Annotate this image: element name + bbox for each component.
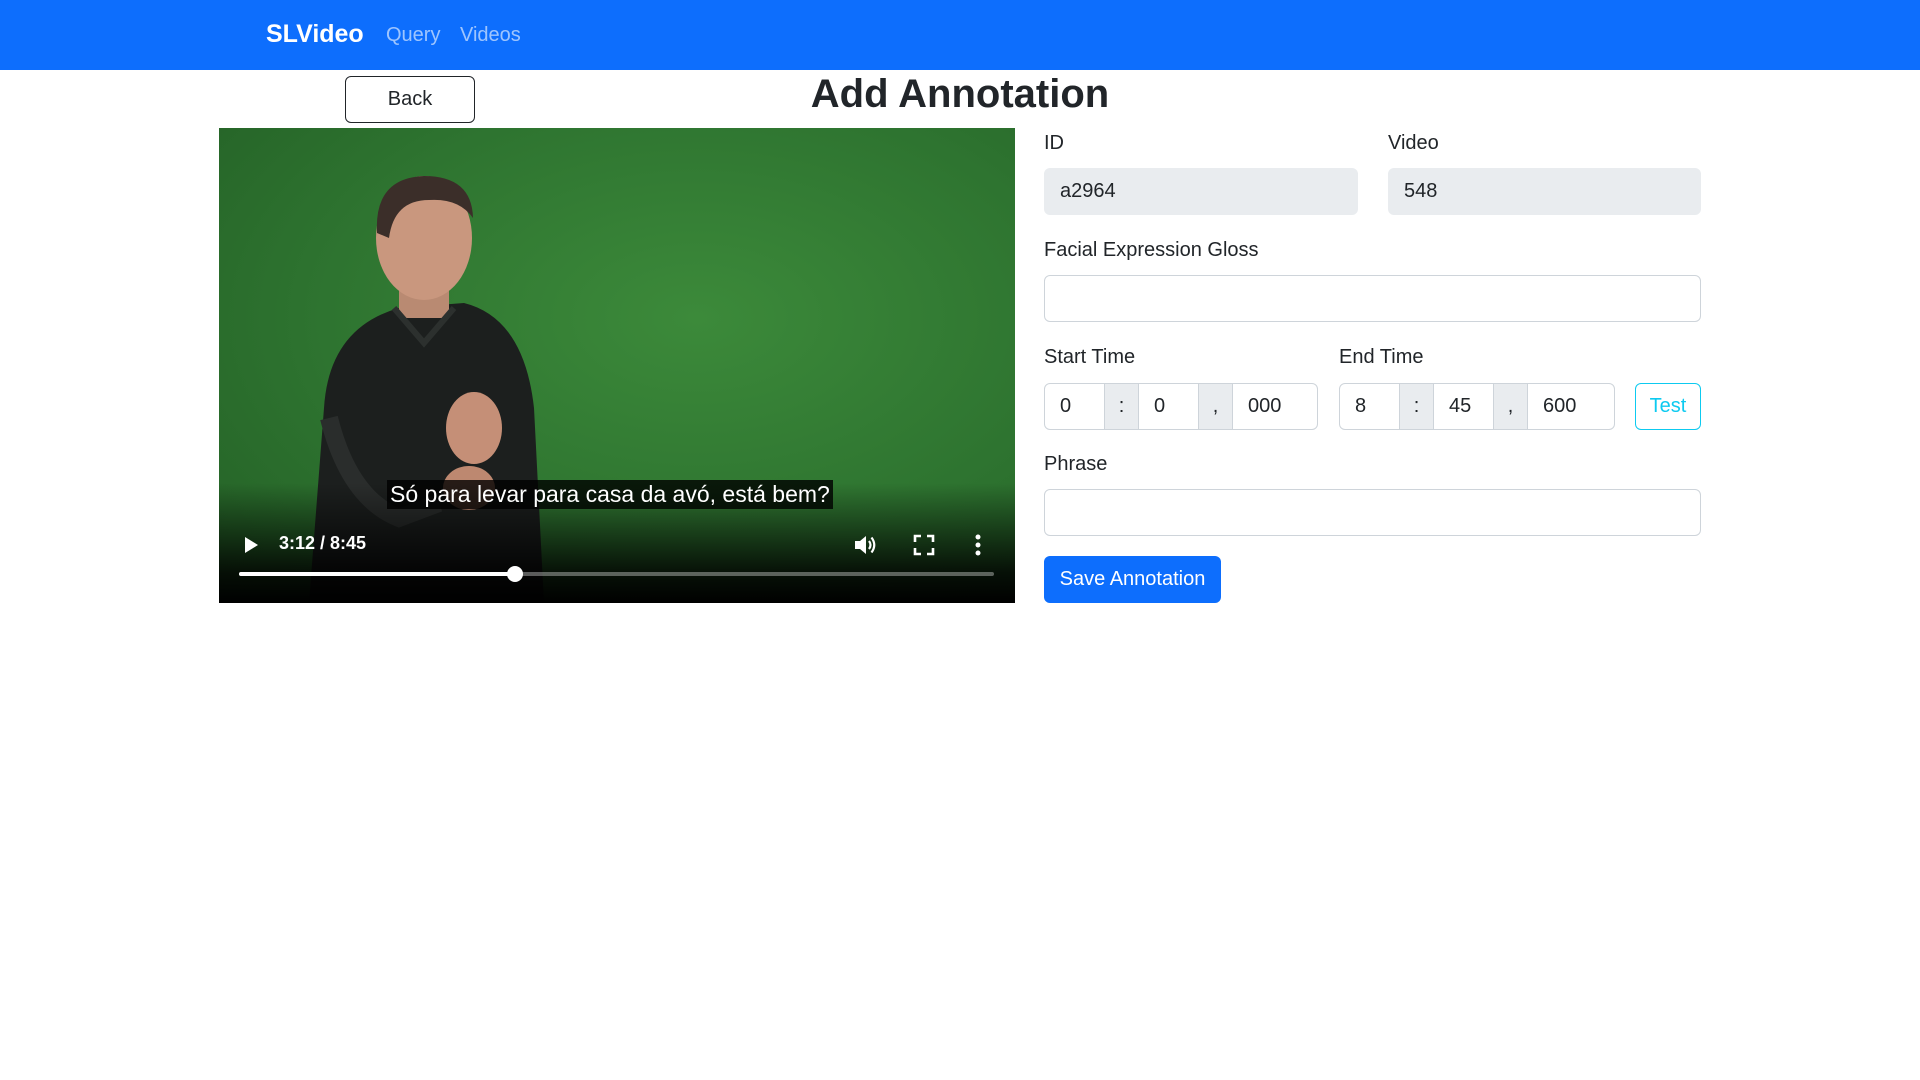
volume-icon[interactable] [852,532,878,558]
progress-bar[interactable] [239,566,994,582]
start-milliseconds-field[interactable]: 000 [1232,383,1318,430]
facial-expression-field[interactable] [1044,275,1701,322]
save-annotation-button[interactable]: Save Annotation [1044,556,1221,603]
progress-fill [239,572,516,576]
end-seconds-field[interactable]: 45 [1433,383,1494,430]
id-label: ID [1044,132,1064,154]
end-milliseconds-field[interactable]: 600 [1527,383,1615,430]
video-subtitle: Só para levar para casa da avó, está bem… [387,480,833,509]
brand-link[interactable]: SLVideo [266,20,364,49]
phrase-label: Phrase [1044,453,1108,475]
start-colon: : [1104,383,1139,430]
start-time-label: Start Time [1044,346,1136,368]
phrase-field[interactable] [1044,489,1701,536]
end-minutes-field[interactable]: 8 [1339,383,1400,430]
time-display: 3:12 / 8:45 [279,533,367,553]
start-seconds-field[interactable]: 0 [1138,383,1199,430]
nav-videos[interactable]: Videos [460,24,521,47]
more-options-icon[interactable] [973,532,983,558]
end-time-label: End Time [1339,346,1424,368]
nav-query[interactable]: Query [386,24,440,47]
video-label: Video [1388,132,1439,154]
page-title: Add Annotation [810,72,1110,116]
id-field[interactable] [1044,168,1358,215]
video-field[interactable] [1388,168,1701,215]
start-minutes-field[interactable]: 0 [1044,383,1105,430]
play-icon[interactable] [241,533,261,557]
navbar: SLVideo Query Videos [0,0,1920,70]
facial-expression-label: Facial Expression Gloss [1044,239,1259,261]
end-colon: : [1399,383,1434,430]
test-button[interactable]: Test [1635,383,1701,430]
end-comma: , [1493,383,1528,430]
video-player[interactable]: Só para levar para casa da avó, está bem… [219,128,1015,603]
fullscreen-icon[interactable] [913,534,935,556]
start-comma: , [1198,383,1233,430]
